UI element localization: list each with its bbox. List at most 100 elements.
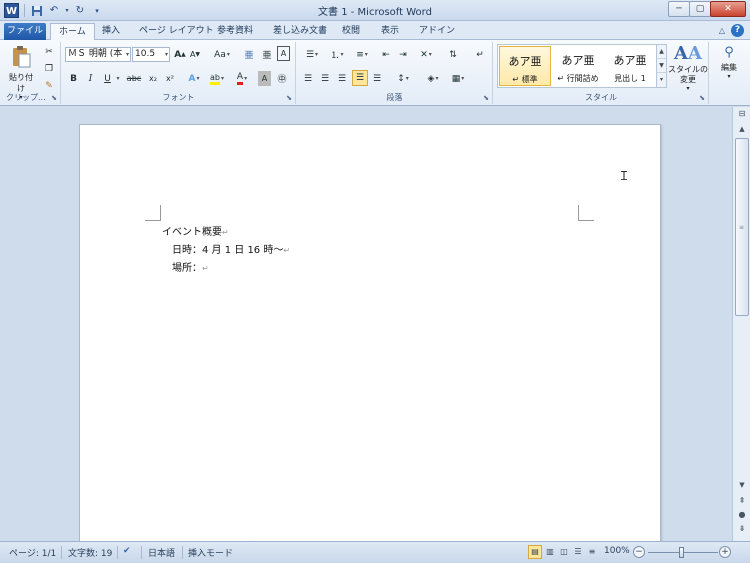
highlight-color-button[interactable]: ab ▾ [207,71,227,86]
doc-line-2[interactable]: 日時：4 月 1 日 16 時～↵ [172,241,290,256]
tab-addins[interactable]: アドイン [411,23,463,40]
language-status[interactable]: 日本語 [148,546,175,559]
insert-mode-status[interactable]: 挿入モード [188,546,233,559]
web-layout-icon[interactable]: ◫ [557,545,571,559]
ruler-toggle-icon[interactable]: ⊟ [736,109,748,121]
line-spacing-button[interactable]: ↕ ▾ [392,71,414,86]
shading-button[interactable]: ◈ ▾ [422,71,444,86]
help-icon[interactable]: ? [731,24,744,37]
shrink-font-button[interactable]: A ▼ [189,47,201,62]
underline-button[interactable]: U [101,71,114,86]
decrease-indent-icon[interactable]: ⇤ [379,47,393,62]
status-separator [141,546,142,559]
grow-font-button[interactable]: A ▲ [174,47,186,62]
styles-launcher-icon[interactable]: ⬊ [699,94,705,102]
bullets-button[interactable]: ☰ ▾ [301,47,323,62]
paragraph-launcher-icon[interactable]: ⬊ [483,94,489,102]
align-center-icon[interactable]: ☰ [318,71,332,86]
ribbon-home: 貼り付け ▾ ✂ ❐ ✎ クリップ... ⬊ ＭＳ 明朝 (本 ▾ 10.5 ▾ A… [0,40,750,106]
change-styles-button[interactable]: AA スタイルの変更 ▾ [668,43,708,92]
clipboard-launcher-icon[interactable]: ⬊ [51,94,57,102]
zoom-level[interactable]: 100% [604,546,630,556]
paste-button[interactable]: 貼り付け ▾ [6,44,36,101]
superscript-button[interactable]: x² [163,71,177,86]
cut-icon[interactable]: ✂ [42,44,56,59]
strikethrough-button[interactable]: abc [125,71,143,86]
minimize-ribbon-icon[interactable]: △ [719,26,725,35]
enclose-characters-icon[interactable]: 亜 [260,47,274,62]
outline-view-icon[interactable]: ☰ [571,545,585,559]
align-left-icon[interactable]: ☰ [301,71,315,86]
increase-indent-icon[interactable]: ⇥ [396,47,410,62]
gallery-down-icon[interactable]: ▼ [657,59,666,73]
scroll-down-icon[interactable]: ▼ [735,481,749,493]
distributed-icon[interactable]: ☰ [370,71,384,86]
tab-insert[interactable]: 挿入 [94,23,128,40]
zoom-slider-thumb[interactable] [679,547,684,558]
gallery-more-icon[interactable]: ▾ [657,73,666,87]
text-effects-button[interactable]: A ▾ [185,71,203,86]
gallery-up-icon[interactable]: ▲ [657,45,666,59]
editing-dropdown-icon: ▾ [727,73,731,80]
thumb-grip-icon: ≡ [739,224,745,231]
font-size-combo[interactable]: 10.5 ▾ [132,47,170,62]
minimize-button[interactable]: ─ [668,1,690,17]
multilevel-list-button[interactable]: ≡ ▾ [351,47,373,62]
align-right-icon[interactable]: ☰ [335,71,349,86]
zoom-out-icon[interactable]: − [633,546,645,558]
page-number-status[interactable]: ページ: 1/1 [9,546,56,559]
maximize-button[interactable]: ▢ [689,1,711,17]
print-layout-view-icon[interactable]: ▤ [528,545,542,559]
tab-home[interactable]: ホーム [50,23,95,41]
close-button[interactable]: ✕ [710,1,746,17]
show-marks-icon[interactable]: ↵ [473,47,487,62]
format-painter-icon[interactable]: ✎ [42,78,56,93]
previous-page-icon[interactable]: ⇞ [736,496,748,505]
zoom-in-icon[interactable]: + [719,546,731,558]
numbering-button[interactable]: ⒈ ▾ [326,47,348,62]
tab-review[interactable]: 校閲 [334,23,368,40]
ribbon-tab-bar: ファイル ホーム 挿入 ページ レイアウト 参考資料 差し込み文書 校閲 表示 … [0,21,750,41]
italic-button[interactable]: I [84,71,97,86]
vertical-scrollbar[interactable]: ⊟ ▲ ≡ ▼ ⇞ ● ⇟ [732,107,750,541]
tab-file[interactable]: ファイル [4,23,46,40]
enclosed-character-icon[interactable]: ㊥ [275,71,289,86]
font-launcher-icon[interactable]: ⬊ [286,94,292,102]
font-group-label: フォント [162,93,195,102]
tab-view[interactable]: 表示 [373,23,407,40]
phonetic-guide-icon[interactable]: 亜 [242,47,256,62]
style-normal[interactable]: あア亜 ↵ 標準 [499,46,551,86]
bold-button[interactable]: B [67,71,80,86]
character-border-icon[interactable]: A [277,46,290,61]
proofing-icon[interactable]: ✔ [123,546,131,556]
borders-button[interactable]: ▦ ▾ [447,71,469,86]
editing-button[interactable]: ⚲ 編集 ▾ [714,44,744,80]
copy-icon[interactable]: ❐ [42,61,56,76]
asian-layout-button[interactable]: ✕ ▾ [416,47,436,62]
paragraph-group-label: 段落 [386,93,403,102]
character-shading-icon[interactable]: A [258,71,271,86]
change-case-button[interactable]: Aa ▾ [212,47,232,62]
tab-mailings[interactable]: 差し込み文書 [265,23,335,40]
paste-icon [13,46,31,68]
next-page-icon[interactable]: ⇟ [736,524,748,533]
scroll-up-icon[interactable]: ▲ [735,125,749,137]
doc-line-1[interactable]: イベント概要↵ [162,223,229,238]
full-screen-reading-icon[interactable]: ▥ [543,545,557,559]
doc-line-3[interactable]: 場所：↵ [172,259,209,274]
justify-icon[interactable]: ☰ [352,70,368,86]
status-separator [117,546,118,559]
style-heading-1[interactable]: あア亜 見出し 1 [604,46,656,86]
underline-dropdown-icon[interactable]: ▾ [114,71,121,86]
subscript-button[interactable]: x₂ [146,71,160,86]
font-color-button[interactable]: A ▾ [232,71,252,86]
browse-object-icon[interactable]: ● [736,510,748,519]
font-name-combo[interactable]: ＭＳ 明朝 (本 ▾ [65,47,131,62]
tab-references[interactable]: 参考資料 [209,23,261,40]
scrollbar-thumb[interactable]: ≡ [735,138,749,316]
style-no-spacing[interactable]: あア亜 ↵ 行間詰め [552,46,604,86]
word-count-status[interactable]: 文字数: 19 [68,546,112,559]
document-page[interactable]: イベント概要↵ 日時：4 月 1 日 16 時～↵ 場所：↵ Ｉ [79,124,661,541]
draft-view-icon[interactable]: ≡ [585,545,599,559]
sort-icon[interactable]: ⇅ [445,47,461,62]
